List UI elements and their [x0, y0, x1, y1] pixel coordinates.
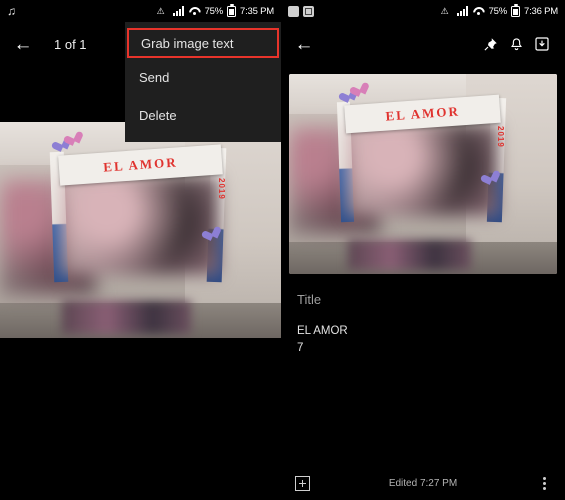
battery-icon	[227, 3, 237, 17]
note-app-icon	[303, 5, 314, 17]
pin-icon	[483, 37, 497, 51]
signal-bars-icon	[172, 6, 185, 16]
menu-item-label: Delete	[139, 107, 177, 123]
battery-percent-label: 75%	[488, 5, 508, 17]
right-status-right-icons: ⚠ 75% 7:36 PM	[440, 3, 558, 17]
pin-button[interactable]	[477, 31, 503, 57]
screen-cast-icon	[288, 5, 299, 17]
dual-screenshot-container: ♫ ⚠ 75% 7:35 PM ← 1 of 1 Grab image text	[0, 0, 565, 500]
add-button[interactable]	[289, 470, 315, 496]
bell-icon	[510, 37, 522, 50]
photo-blurred-bottom-strip	[61, 301, 192, 334]
battery-icon	[511, 3, 521, 17]
right-photo-viewer[interactable]: EL AMOR 2019	[289, 74, 557, 274]
photo-scene: EL AMOR 2019	[0, 122, 281, 338]
music-note-icon: ♫	[7, 4, 16, 18]
back-button[interactable]: ←	[291, 31, 317, 57]
page-title: 1 of 1	[54, 36, 87, 52]
menu-item-delete[interactable]: Delete	[125, 96, 281, 134]
right-phone-screen: ⚠ 75% 7:36 PM ← EL AMOR 2019 Title EL AM…	[281, 0, 565, 500]
right-app-bar: ←	[281, 22, 565, 66]
menu-item-label: Send	[139, 69, 170, 85]
left-phone-screen: ♫ ⚠ 75% 7:35 PM ← 1 of 1 Grab image text	[0, 0, 281, 500]
arrow-back-icon: ←	[294, 33, 314, 55]
note-body-line[interactable]: 7	[297, 340, 549, 357]
archive-button[interactable]	[529, 31, 555, 57]
wifi-icon	[189, 6, 201, 16]
note-detail-panel: Title EL AMOR 7	[281, 274, 565, 357]
no-sim-icon: ⚠	[156, 5, 165, 16]
status-clock: 7:36 PM	[524, 5, 558, 17]
photo-blurred-center-region	[347, 124, 499, 216]
status-clock: 7:35 PM	[240, 5, 274, 17]
left-status-right-icons: ⚠ 75% 7:35 PM	[156, 3, 274, 17]
arrow-back-icon: ←	[13, 33, 33, 55]
signal-bars-icon	[456, 6, 469, 16]
more-options-button[interactable]	[531, 470, 557, 496]
right-status-left-icons	[288, 5, 441, 17]
battery-percent-label: 75%	[204, 5, 224, 17]
add-box-icon	[294, 475, 310, 491]
menu-item-grab-image-text[interactable]: Grab image text	[127, 28, 279, 58]
right-status-bar: ⚠ 75% 7:36 PM	[281, 0, 565, 22]
photo-blurred-center-region	[61, 176, 220, 276]
left-photo-viewer[interactable]: EL AMOR 2019	[0, 122, 281, 338]
note-title-input[interactable]: Title	[297, 292, 549, 307]
photo-blurred-bottom-strip	[347, 240, 472, 270]
edited-timestamp: Edited 7:27 PM	[388, 477, 458, 489]
back-button[interactable]: ←	[10, 31, 36, 57]
photo-year-text: 2019	[495, 126, 505, 148]
left-status-left-icons: ♫	[7, 5, 157, 17]
menu-item-label: Grab image text	[141, 35, 234, 51]
left-status-bar: ♫ ⚠ 75% 7:35 PM	[0, 0, 281, 22]
archive-download-icon	[535, 37, 549, 51]
no-sim-icon: ⚠	[440, 5, 449, 16]
note-bottom-bar: Edited 7:27 PM	[281, 466, 565, 500]
menu-item-send[interactable]: Send	[125, 58, 281, 96]
photo-scene: EL AMOR 2019	[289, 74, 557, 274]
photo-year-text: 2019	[217, 178, 227, 200]
more-vertical-icon	[537, 476, 551, 490]
overflow-menu: Grab image text Send Delete	[125, 22, 281, 142]
wifi-icon	[473, 6, 485, 16]
note-body-line[interactable]: EL AMOR	[297, 323, 549, 340]
reminder-button[interactable]	[503, 31, 529, 57]
photo-banner-text: EL AMOR	[102, 154, 179, 175]
photo-banner-text: EL AMOR	[385, 103, 461, 124]
